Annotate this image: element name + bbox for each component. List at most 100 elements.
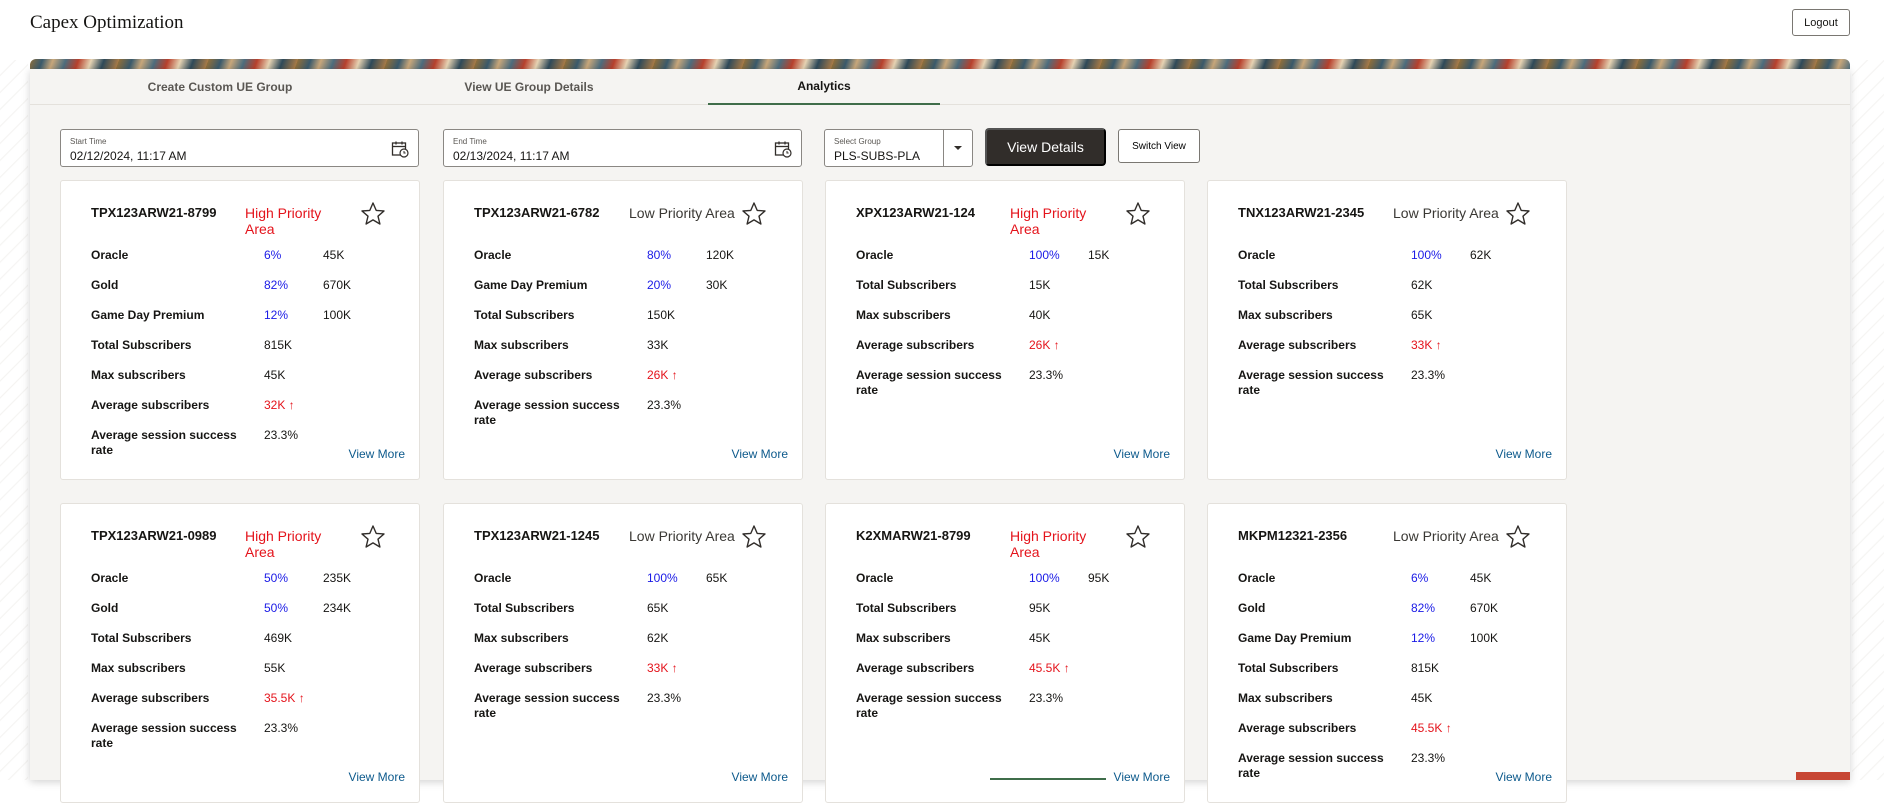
metric-value: 33K ↑	[1411, 338, 1442, 352]
background-pattern-right	[1852, 60, 1884, 780]
metric-label: Max subscribers	[474, 338, 569, 352]
view-more-link[interactable]: View More	[1114, 770, 1170, 784]
metric-count: 120K	[706, 248, 735, 262]
analytics-card: K2XMARW21-8799 High Priority Area Oracle 10…	[825, 503, 1185, 803]
metric-label: Average subscribers	[91, 691, 210, 705]
view-details-button[interactable]: View Details	[985, 128, 1106, 166]
start-time-value[interactable]: 02/12/2024, 11:17 AM	[70, 149, 187, 163]
card-priority-label: Low Priority Area	[629, 205, 735, 221]
end-time-value[interactable]: 02/13/2024, 11:17 AM	[453, 149, 570, 163]
metric-label: Max subscribers	[856, 631, 951, 645]
analytics-card: TPX123ARW21-1245 Low Priority Area Oracle 1…	[443, 503, 803, 803]
metric-value: 469K	[264, 631, 293, 645]
metric-label: Average subscribers	[1238, 338, 1357, 352]
metric-label: Total Subscribers	[474, 308, 575, 322]
metric-label: Max subscribers	[1238, 308, 1333, 322]
metric-value: 100%	[1411, 248, 1442, 262]
metric-value: 6%	[264, 248, 282, 262]
metric-label: Oracle	[474, 248, 512, 262]
favorite-star-icon[interactable]	[1505, 524, 1531, 550]
select-group-dropdown[interactable]: Select Group PLS-SUBS-PLA	[824, 129, 973, 167]
metric-value: 23.3%	[1029, 691, 1064, 705]
metric-value: 45.5K ↑	[1029, 661, 1070, 675]
metric-label: Max subscribers	[1238, 691, 1333, 705]
card-group-id: TPX123ARW21-8799	[91, 205, 217, 220]
select-group-label: Select Group	[834, 137, 881, 146]
metric-label: Max subscribers	[474, 631, 569, 645]
view-more-link[interactable]: View More	[1114, 447, 1170, 461]
favorite-star-icon[interactable]	[1125, 524, 1151, 550]
card-group-id: K2XMARW21-8799	[856, 528, 971, 543]
view-more-link[interactable]: View More	[1496, 447, 1552, 461]
analytics-card: TNX123ARW21-2345 Low Priority Area Oracle 1…	[1207, 180, 1567, 480]
view-more-link[interactable]: View More	[732, 770, 788, 784]
select-divider	[943, 130, 944, 166]
favorite-star-icon[interactable]	[1125, 201, 1151, 227]
metric-value: 20%	[647, 278, 672, 292]
metric-value: 23.3%	[1411, 368, 1446, 382]
chevron-down-icon[interactable]	[951, 141, 965, 155]
metric-value: 6%	[1411, 571, 1429, 585]
metric-label: Oracle	[856, 248, 894, 262]
metric-label: Average session success rate	[474, 691, 620, 720]
favorite-star-icon[interactable]	[741, 201, 767, 227]
tab-analytics[interactable]: Analytics	[708, 69, 940, 105]
metric-label: Total Subscribers	[856, 601, 957, 615]
metric-label: Average subscribers	[474, 661, 593, 675]
tab-view-ue-group-details[interactable]: View UE Group Details	[413, 69, 645, 105]
metric-label: Total Subscribers	[474, 601, 575, 615]
view-more-link[interactable]: View More	[1496, 770, 1552, 784]
metric-value: 82%	[264, 278, 289, 292]
favorite-star-icon[interactable]	[360, 201, 386, 227]
corner-accent	[1796, 772, 1850, 780]
metric-label: Oracle	[1238, 248, 1276, 262]
metric-label: Oracle	[91, 571, 129, 585]
metric-label: Total Subscribers	[1238, 661, 1339, 675]
card-group-id: MKPM12321-2356	[1238, 528, 1348, 543]
view-more-link[interactable]: View More	[349, 770, 405, 784]
metric-label: Game Day Premium	[1238, 631, 1352, 645]
app-title: Capex Optimization	[30, 12, 184, 33]
metric-value: 65K	[1411, 308, 1433, 322]
metric-label: Oracle	[856, 571, 894, 585]
card-group-id: TNX123ARW21-2345	[1238, 205, 1365, 220]
metric-label: Average session success rate	[91, 721, 237, 750]
calendar-icon[interactable]	[774, 140, 792, 158]
metric-label: Oracle	[1238, 571, 1276, 585]
start-time-field[interactable]: Start Time 02/12/2024, 11:17 AM	[60, 129, 419, 167]
metric-count: 670K	[323, 278, 352, 292]
calendar-icon[interactable]	[391, 140, 409, 158]
metric-label: Average session success rate	[474, 398, 620, 427]
favorite-star-icon[interactable]	[1505, 201, 1531, 227]
select-group-value[interactable]: PLS-SUBS-PLA	[834, 149, 920, 163]
card-priority-label: Low Priority Area	[1393, 205, 1499, 221]
view-more-link[interactable]: View More	[349, 447, 405, 461]
card-priority-label: Low Priority Area	[629, 528, 735, 544]
metric-value: 26K ↑	[1029, 338, 1060, 352]
metric-count: 45K	[1470, 571, 1492, 585]
metric-value: 100%	[647, 571, 678, 585]
metric-label: Total Subscribers	[856, 278, 957, 292]
card-priority-label: High Priority Area	[245, 205, 322, 237]
card-group-id: XPX123ARW21-124	[856, 205, 975, 220]
metric-value: 50%	[264, 601, 289, 615]
tab-create-custom-ue-group[interactable]: Create Custom UE Group	[104, 69, 336, 105]
analytics-card: XPX123ARW21-124 High Priority Area Oracle 1…	[825, 180, 1185, 480]
tab-bar: Create Custom UE Group View UE Group Det…	[30, 69, 1850, 105]
metric-value: 100%	[1029, 248, 1060, 262]
metric-label: Average subscribers	[474, 368, 593, 382]
metric-label: Gold	[91, 278, 119, 292]
view-more-link[interactable]: View More	[732, 447, 788, 461]
switch-view-button[interactable]: Switch View	[1118, 129, 1200, 163]
end-time-field[interactable]: End Time 02/13/2024, 11:17 AM	[443, 129, 802, 167]
metric-label: Gold	[1238, 601, 1266, 615]
favorite-star-icon[interactable]	[360, 524, 386, 550]
metric-count: 100K	[323, 308, 352, 322]
metric-value: 35.5K ↑	[264, 691, 305, 705]
logout-button[interactable]: Logout	[1792, 9, 1850, 36]
metric-value: 33K ↑	[647, 661, 678, 675]
metric-value: 80%	[647, 248, 672, 262]
metric-value: 815K	[264, 338, 293, 352]
favorite-star-icon[interactable]	[741, 524, 767, 550]
card-priority-label: High Priority Area	[1010, 205, 1087, 237]
